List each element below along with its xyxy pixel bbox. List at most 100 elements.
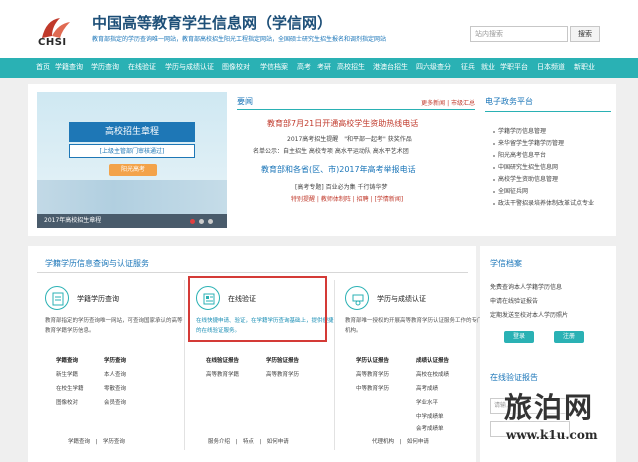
carousel-dot-1[interactable] [190,219,195,224]
grid-link[interactable]: 中学成绩单 [416,412,444,420]
service-title: 电子政务平台 [485,97,533,106]
archive-item[interactable]: 免费查询本人学籍学历信息 [490,282,562,291]
service-item[interactable]: 政法干警招录培养体制改革试点专业 [493,198,594,207]
login-button[interactable]: 登录 [504,331,534,343]
grid-link[interactable]: 高校在校成绩 [416,370,449,378]
nav-item-home[interactable]: 首页 [36,62,50,72]
service-item[interactable]: 学籍学历信息管理 [493,126,546,135]
site-subtitle: 教育部指定的学历查询唯一网站，教育部高校招生阳光工程指定网站，全国硕士研究生招生… [92,36,387,43]
city-skyline [37,180,227,214]
service-item[interactable]: 高校学生资助信息管理 [493,174,558,183]
bullet-icon [493,142,495,145]
grid-link[interactable]: 高等教育学历 [266,370,299,378]
card-title: 学籍学历查询 [77,295,119,303]
grid-link[interactable]: 中等教育学历 [356,384,389,392]
bullet-icon [493,130,495,133]
grid-head[interactable]: 学籍查询 [56,356,78,364]
grid-link[interactable]: 图像校对 [56,398,78,406]
archive-item[interactable]: 申请在线验证报告 [490,296,538,305]
news-line[interactable]: 教育部和各省(区、市)2017年高考举报电话 [261,164,416,175]
carousel-dots [190,219,213,224]
banner-button[interactable]: 阳光高考 [109,164,157,176]
nav-item-newjob[interactable]: 新职业 [574,62,595,72]
carousel-dot-3[interactable] [208,219,213,224]
banner[interactable]: 高校招生章程 [上级主管部门审核通过] 阳光高考 2017年高校招生章程 [37,92,227,228]
grid-head[interactable]: 学历认证报告 [356,356,389,364]
grid-link[interactable]: 学业水平 [416,398,438,406]
grid-head[interactable]: 学历查询 [104,356,126,364]
nav-item-kaoyan[interactable]: 考研 [317,62,331,72]
service-item[interactable]: 中国研究生招生信息网 [493,162,558,171]
news-line[interactable]: 特别提醒 | 教师体制阵 | 招聘 | [学情新闻] [291,194,403,203]
news-line[interactable]: 名单公示：自主招生 高校专项 高水平运动队 高水平艺术团 [253,146,409,155]
nav-item-image[interactable]: 图像校对 [222,62,250,72]
register-button[interactable]: 注册 [554,331,584,343]
nav-item-gangaotai[interactable]: 港澳台招生 [373,62,408,72]
archive-item[interactable]: 定期发送至校对本人学历照片 [490,310,568,319]
watermark-logo: 旅泊网 [504,391,595,424]
nav-item-zhengbing[interactable]: 征兵 [461,62,475,72]
nav-item-gaokao[interactable]: 高考 [297,62,311,72]
bullet-icon [493,166,495,169]
bullet-icon [493,154,495,157]
nav-item-certify[interactable]: 学历与成绩认证 [165,62,214,72]
highlight-frame [188,276,327,342]
grid-link[interactable]: 高考成绩 [416,384,438,392]
news-line[interactable]: 2017高考招生提醒 "和平部一起考" 获奖作品 [287,134,412,143]
page: CHSI 中国高等教育学生信息网（学信网） 教育部指定的学历查询唯一网站，教育部… [0,0,638,462]
nav-item-archive[interactable]: 学信档案 [260,62,288,72]
nav-item-cet[interactable]: 四六级查分 [416,62,451,72]
bottom-links-2[interactable]: 服务介绍 | 特点 | 如何申请 [208,437,289,445]
column-divider [184,280,185,450]
carousel-dot-2[interactable] [199,219,204,224]
nav-item-xuezhi[interactable]: 学职平台 [500,62,528,72]
grid-link[interactable]: 本人查询 [104,370,126,378]
nav-item-zhaosheng[interactable]: 高校招生 [337,62,365,72]
grid-link[interactable]: 会员查询 [104,398,126,406]
bullet-icon [493,190,495,193]
nav-item-xueji[interactable]: 学籍查询 [55,62,83,72]
service-item[interactable]: 阳光高考信息平台 [493,150,546,159]
header: CHSI 中国高等教育学生信息网（学信网） 教育部指定的学历查询唯一网站，教育部… [0,0,638,58]
service-item-label: 学籍学历信息管理 [498,128,547,135]
news-title: 要闻 [237,97,253,106]
grid-link[interactable]: 新生学籍 [56,370,78,378]
grid-link[interactable]: 会考成绩单 [416,424,444,432]
bottom-links-1[interactable]: 学籍查询 | 学历查询 [68,437,125,445]
watermark-url: www.k1u.com [506,428,598,442]
card-desc: 教育部指定的学历查询唯一网站，可查询国家承认的高等教育学籍学历信息。 [45,318,183,334]
grid-head[interactable]: 学历验证报告 [266,356,299,364]
card-xueji-query[interactable]: 学籍学历查询 教育部指定的学历查询唯一网站，可查询国家承认的高等教育学籍学历信息… [45,280,185,346]
grid-link[interactable]: 高等教育学历 [356,370,389,378]
nav-item-xueli[interactable]: 学历查询 [91,62,119,72]
search-input[interactable]: 站内搜索 [470,26,568,42]
card-title: 学历与成绩认证 [377,295,426,303]
card-certify[interactable]: 学历与成绩认证 教育部唯一授权的开展高等教育学历认证服务工作的专门机构。 [345,280,485,346]
nav-item-verify[interactable]: 在线验证 [128,62,156,72]
column-divider [334,280,335,450]
card-desc: 教育部唯一授权的开展高等教育学历认证服务工作的专门机构。 [345,318,483,334]
grid-head[interactable]: 成绩认证报告 [416,356,449,364]
service-item[interactable]: 全国征兵网 [493,186,528,195]
service-item-label: 来华留学生学籍学历管理 [498,140,565,147]
grid-link[interactable]: 在校生学籍 [56,384,84,392]
service-item[interactable]: 来华留学生学籍学历管理 [493,138,564,147]
nav-item-jiuye[interactable]: 就业 [481,62,495,72]
grid-link[interactable]: 高等教育学籍 [206,370,239,378]
main-nav: 首页 学籍查询 学历查询 在线验证 学历与成绩认证 图像校对 学信档案 高考 考… [0,58,638,78]
grid-head[interactable]: 在线验证报告 [206,356,239,364]
news-more-links[interactable]: 更多新闻 | 市级汇总 [421,98,475,107]
site-title[interactable]: 中国高等教育学生信息网（学信网） [92,12,332,33]
query-panel-divider [37,272,468,273]
bottom-links-3[interactable]: 代理机构 | 如何申请 [372,437,429,445]
service-item-label: 中国研究生招生信息网 [498,164,559,171]
news-headline[interactable]: 教育部7月21日开通高校学生资助热线电话 [267,118,418,129]
search-button[interactable]: 搜索 [570,26,600,42]
nav-item-japan[interactable]: 日本频道 [537,62,565,72]
grid-link[interactable]: 零散查询 [104,384,126,392]
service-item-label: 政法干警招录培养体制改革试点专业 [498,200,595,207]
news-header: 要闻 更多新闻 | 市级汇总 [237,96,475,110]
news-line[interactable]: [高考专题] 百业必为集 千行铸华梦 [295,182,388,191]
verify-report-title: 在线验证报告 [490,373,538,382]
service-item-label: 阳光高考信息平台 [498,152,547,159]
